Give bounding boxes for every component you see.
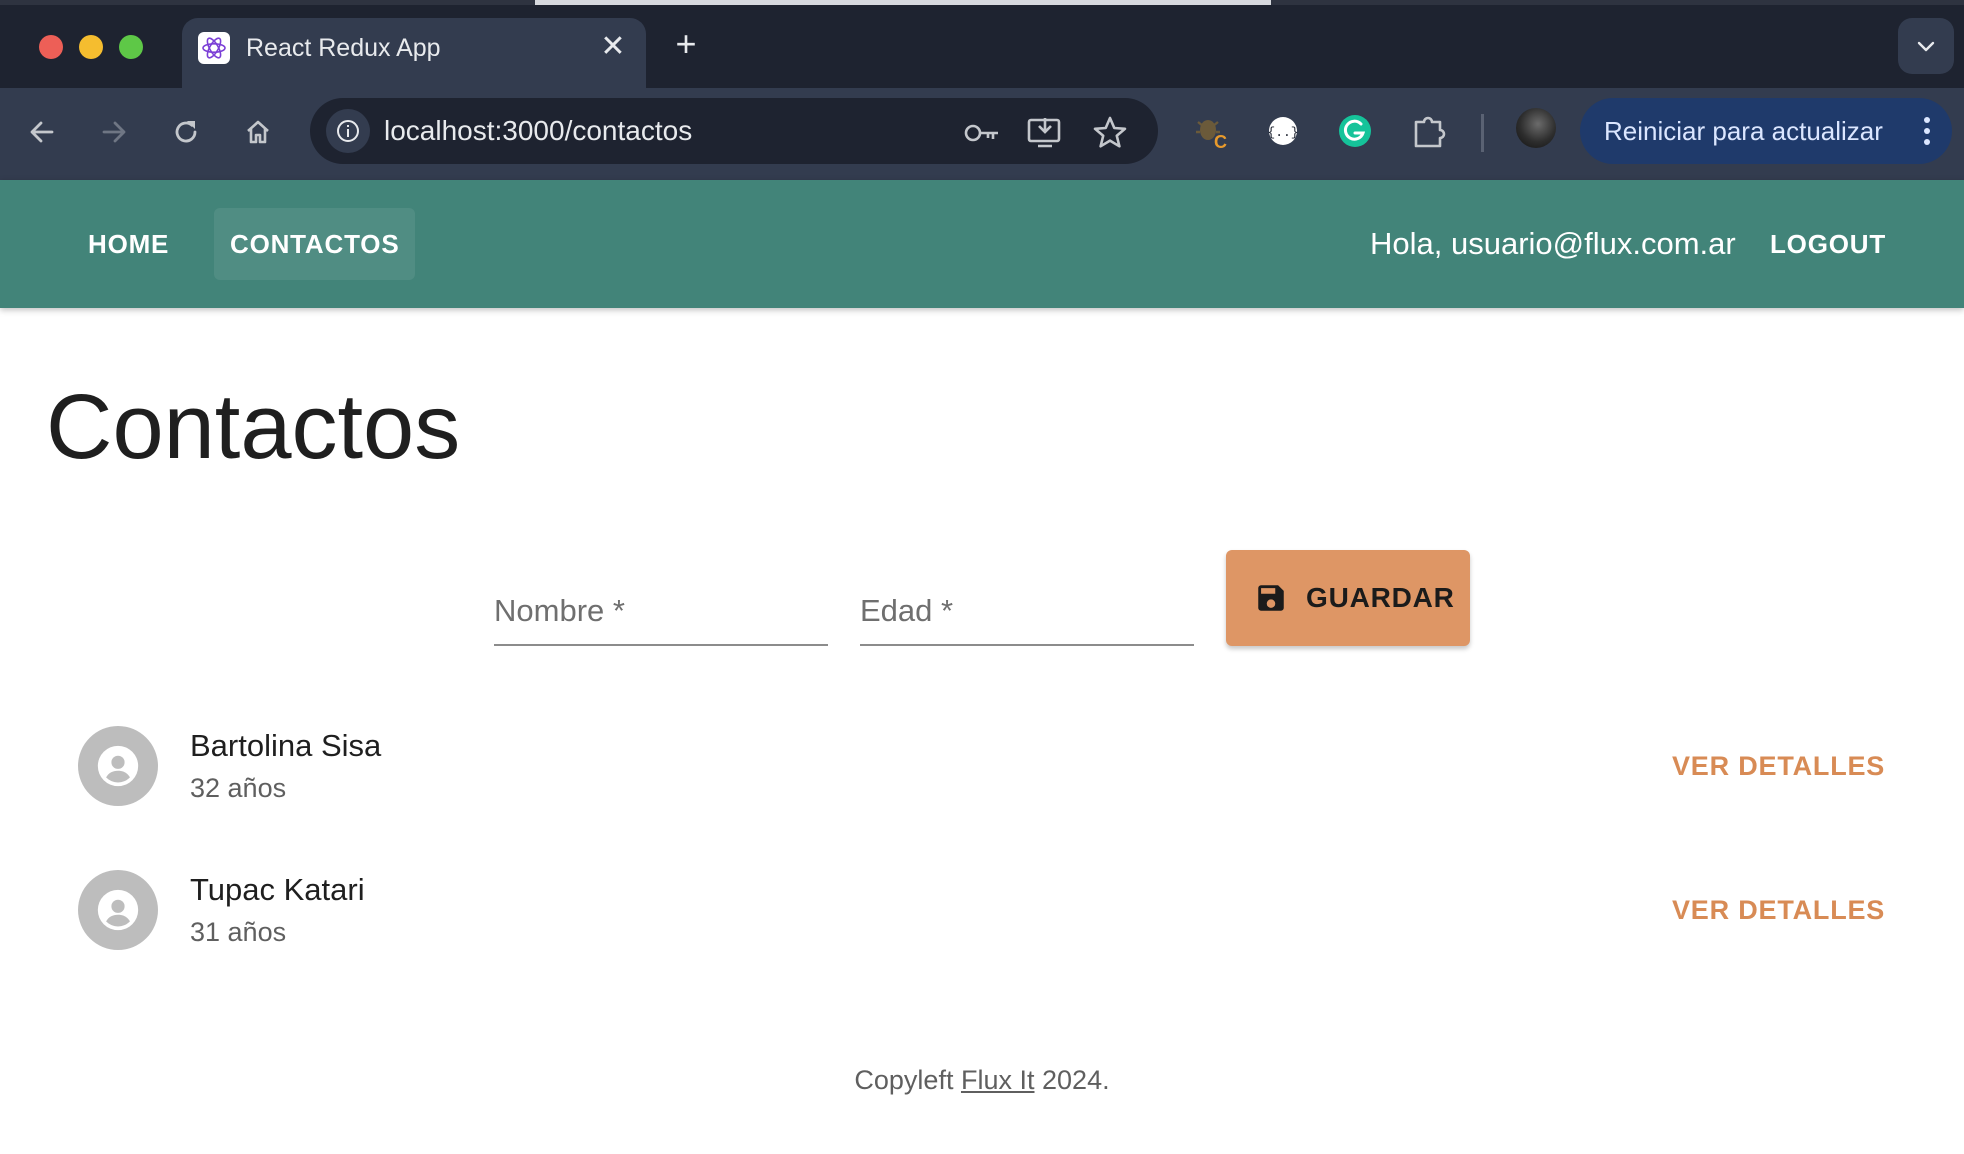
avatar — [78, 870, 158, 950]
info-icon — [337, 120, 359, 142]
json-extension-icon[interactable]: {..} — [1262, 110, 1304, 152]
url-text[interactable]: localhost:3000/contactos — [384, 98, 692, 164]
chevron-down-icon — [1917, 41, 1935, 52]
key-icon[interactable] — [962, 115, 998, 151]
browser-tab[interactable]: React Redux App ✕ — [182, 18, 646, 88]
contact-name: Tupac Katari — [190, 872, 365, 907]
edad-input[interactable] — [860, 580, 1194, 642]
svg-text:{..}: {..} — [1267, 125, 1298, 140]
arrow-left-icon — [30, 121, 54, 143]
avatar — [78, 726, 158, 806]
page-title: Contactos — [46, 376, 461, 478]
tab-title: React Redux App — [246, 34, 441, 62]
nav-contactos[interactable]: CONTACTOS — [214, 208, 416, 280]
list-item: Tupac Katari 31 años VER DETALLES — [0, 850, 1964, 970]
reload-icon — [175, 121, 197, 143]
restart-to-update-button[interactable]: Reiniciar para actualizar — [1580, 98, 1952, 164]
svg-text:C: C — [1214, 132, 1227, 152]
window-zoom-button[interactable] — [119, 35, 143, 59]
close-icon[interactable]: ✕ — [596, 30, 630, 64]
list-item: Bartolina Sisa 32 años VER DETALLES — [0, 706, 1964, 826]
edad-field[interactable] — [860, 580, 1194, 646]
save-icon — [1258, 585, 1284, 611]
browser-tab-bar: React Redux App ✕ + — [0, 0, 1964, 88]
forward-button[interactable] — [90, 108, 138, 156]
browser-toolbar: localhost:3000/contactos C {..} Reinicia… — [0, 88, 1964, 180]
app-header: HOME CONTACTOS Hola, usuario@flux.com.ar… — [0, 180, 1964, 308]
tab-strip-edge — [535, 0, 1271, 5]
save-button[interactable]: GUARDAR — [1226, 550, 1470, 646]
account-circle-icon — [97, 745, 139, 787]
install-app-icon[interactable] — [1026, 115, 1062, 151]
footer-prefix: Copyleft — [854, 1065, 954, 1095]
update-label: Reiniciar para actualizar — [1604, 116, 1883, 146]
save-label: GUARDAR — [1306, 582, 1455, 613]
tab-search-button[interactable] — [1898, 18, 1954, 74]
react-logo-icon — [198, 32, 230, 64]
window-close-button[interactable] — [39, 35, 63, 59]
view-details-button[interactable]: VER DETALLES — [1656, 744, 1901, 788]
grammarly-icon[interactable] — [1334, 110, 1376, 152]
view-details-button[interactable]: VER DETALLES — [1656, 888, 1901, 932]
bug-extension-icon[interactable]: C — [1190, 110, 1232, 152]
logout-button[interactable]: LOGOUT — [1754, 208, 1902, 280]
tab-strip-edge — [0, 0, 535, 5]
more-vert-icon[interactable] — [1922, 115, 1932, 147]
toolbar-divider — [1481, 114, 1484, 152]
account-circle-icon — [97, 889, 139, 931]
contact-age: 32 años — [190, 773, 287, 803]
reload-button[interactable] — [162, 108, 210, 156]
user-greeting: Hola, usuario@flux.com.ar — [1370, 226, 1736, 261]
back-button[interactable] — [18, 108, 66, 156]
footer-suffix: 2024. — [1042, 1065, 1110, 1095]
address-bar[interactable]: localhost:3000/contactos — [310, 98, 1158, 164]
home-icon — [247, 120, 269, 144]
profile-avatar[interactable] — [1516, 108, 1556, 148]
star-icon[interactable] — [1092, 115, 1128, 151]
nombre-field[interactable] — [494, 580, 828, 646]
footer: Copyleft Flux It 2024. — [0, 1060, 1964, 1100]
nombre-input[interactable] — [494, 580, 828, 642]
site-info-button[interactable] — [326, 109, 370, 153]
contact-name: Bartolina Sisa — [190, 728, 382, 763]
new-tab-icon[interactable]: + — [668, 26, 704, 62]
window-minimize-button[interactable] — [79, 35, 103, 59]
home-button[interactable] — [234, 108, 282, 156]
puzzle-icon[interactable] — [1408, 110, 1450, 152]
arrow-right-icon — [102, 121, 126, 143]
tab-strip-edge — [1271, 0, 1964, 5]
contact-age: 31 años — [190, 917, 287, 947]
footer-link[interactable]: Flux It — [961, 1065, 1035, 1095]
nav-home[interactable]: HOME — [72, 208, 185, 280]
